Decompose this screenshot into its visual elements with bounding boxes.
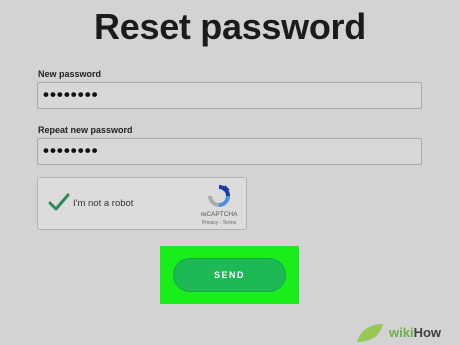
captcha-label: I'm not a robot (73, 198, 134, 209)
repeat-password-label: Repeat new password (38, 125, 133, 135)
repeat-password-field[interactable]: •••••••• (37, 138, 422, 165)
watermark-wiki: wiki (389, 325, 414, 340)
new-password-label: New password (38, 69, 102, 79)
recaptcha-widget[interactable]: I'm not a robot reCAPTCHA Privacy - Term… (37, 177, 247, 230)
send-button[interactable]: SEND (173, 258, 286, 292)
checkmark-icon[interactable] (48, 192, 70, 212)
recaptcha-brand: reCAPTCHA (200, 211, 238, 218)
new-password-field[interactable]: •••••••• (37, 82, 422, 109)
watermark-how: How (413, 325, 442, 340)
wikihow-watermark: wikiHow (371, 324, 445, 341)
recaptcha-privacy-terms[interactable]: Privacy - Terms (188, 220, 250, 226)
page-title: Reset password (94, 6, 366, 47)
recaptcha-logo-icon (208, 185, 230, 207)
